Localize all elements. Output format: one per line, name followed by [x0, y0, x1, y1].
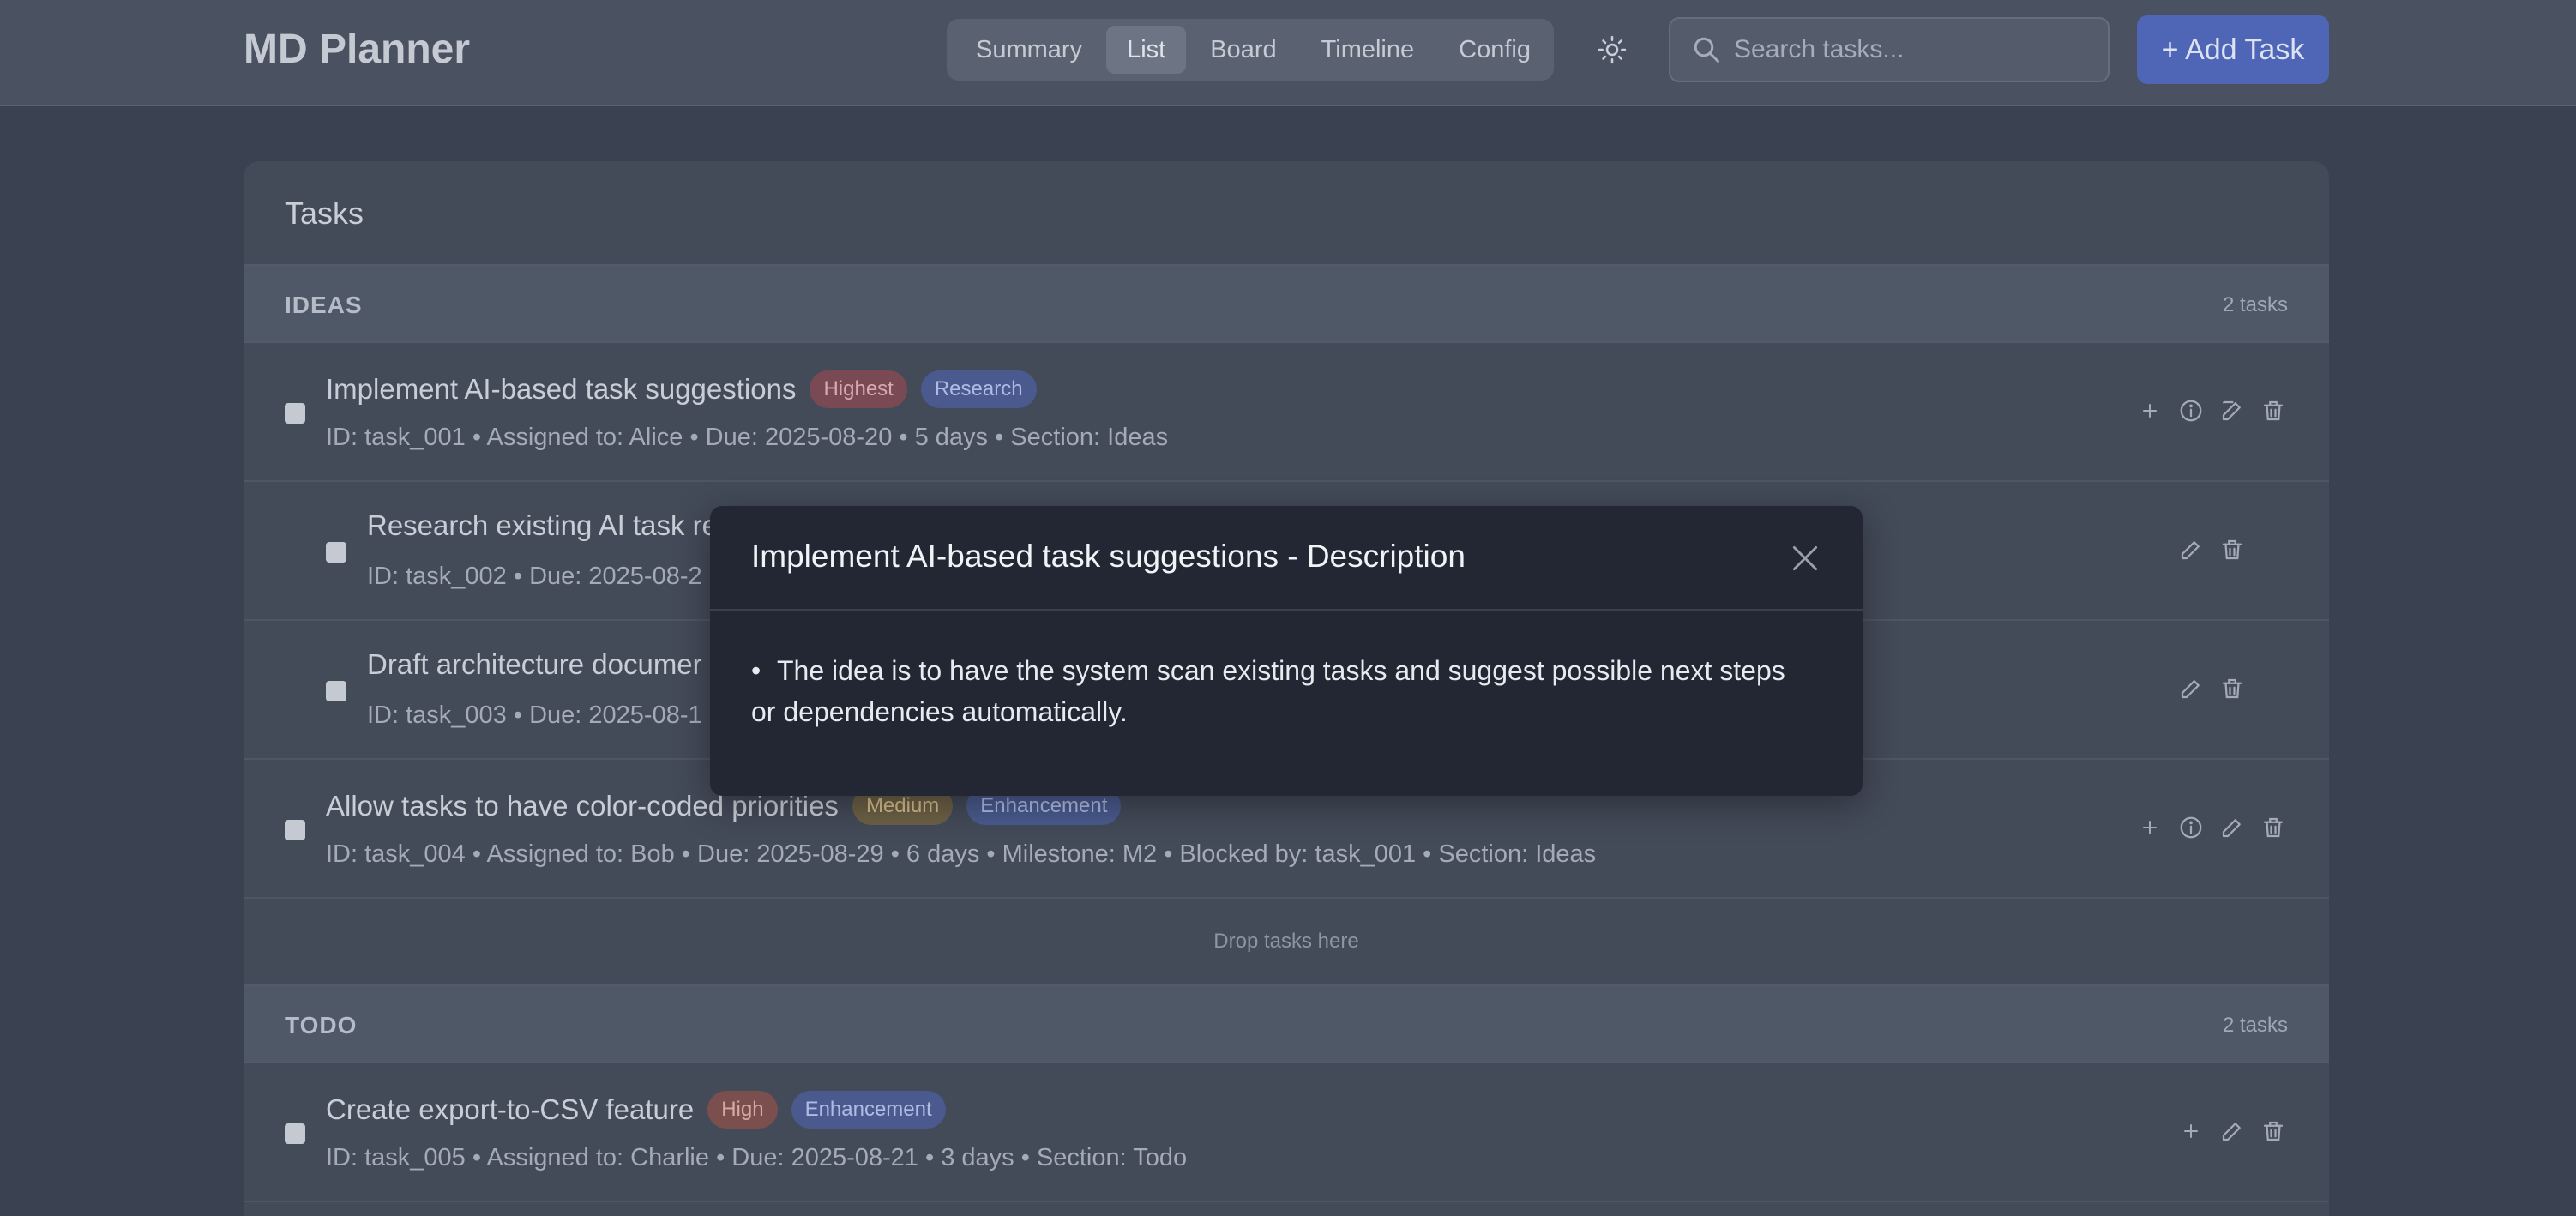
task-checkbox[interactable]: [285, 1123, 305, 1144]
task-actions: [2135, 813, 2288, 842]
theme-toggle-button[interactable]: [1593, 31, 1631, 69]
app-title: MD Planner: [244, 27, 471, 72]
tab-summary[interactable]: Summary: [955, 26, 1103, 74]
tab-config[interactable]: Config: [1438, 26, 1551, 74]
panel-title: Tasks: [285, 196, 364, 231]
section-header-ideas: IDEAS 2 tasks: [244, 264, 2329, 343]
priority-badge: High: [707, 1091, 778, 1129]
task-meta: ID: task_003 • Due: 2025-08-1: [367, 701, 702, 729]
info-icon[interactable]: [2176, 813, 2206, 842]
edit-icon[interactable]: [2218, 813, 2247, 842]
description-modal: Implement AI-based task suggestions - De…: [710, 506, 1863, 796]
task-row[interactable]: Create export-to-CSV feature High Enhanc…: [244, 1063, 2329, 1202]
task-checkbox[interactable]: [326, 542, 346, 563]
tab-board[interactable]: Board: [1189, 26, 1297, 74]
add-subtask-icon[interactable]: [2135, 396, 2164, 425]
task-title-line: Research existing AI task re: [367, 509, 718, 542]
tab-list[interactable]: List: [1106, 26, 1187, 74]
task-actions: [2176, 535, 2247, 564]
task-checkbox[interactable]: [326, 681, 346, 701]
section-count: 2 tasks: [2222, 1014, 2288, 1037]
task-title[interactable]: Draft architecture documer: [367, 648, 702, 681]
sun-icon: [1598, 35, 1627, 64]
info-icon[interactable]: [2176, 396, 2206, 425]
task-title[interactable]: Research existing AI task re: [367, 509, 718, 542]
task-checkbox[interactable]: [285, 820, 305, 840]
search-box: [1669, 17, 2110, 82]
task-actions: [2135, 396, 2288, 425]
edit-icon[interactable]: [2218, 1117, 2247, 1146]
search-input[interactable]: [1734, 19, 2094, 81]
section-name: TODO: [285, 1012, 358, 1038]
description-text: The idea is to have the system scan exis…: [777, 655, 1785, 686]
task-row[interactable]: Implement AI-based task suggestions High…: [244, 343, 2329, 482]
tab-timeline[interactable]: Timeline: [1301, 26, 1435, 74]
category-badge: Enhancement: [791, 1091, 946, 1129]
task-checkbox[interactable]: [285, 403, 305, 424]
delete-icon[interactable]: [2218, 674, 2247, 703]
search-icon: [1694, 37, 1719, 63]
description-line: • The idea is to have the system scan exi…: [751, 650, 1823, 691]
close-icon[interactable]: [1789, 542, 1821, 575]
task-title-line: Draft architecture documer: [367, 648, 702, 681]
task-actions: [2176, 1117, 2288, 1146]
task-title-line: Create export-to-CSV feature High Enhanc…: [326, 1091, 946, 1129]
add-subtask-icon[interactable]: [2176, 1117, 2206, 1146]
bullet-marker: •: [751, 655, 761, 686]
section-header-todo: TODO 2 tasks: [244, 984, 2329, 1063]
delete-icon[interactable]: [2259, 396, 2288, 425]
add-task-button[interactable]: + Add Task: [2137, 15, 2329, 84]
drop-zone[interactable]: Drop tasks here: [244, 899, 2329, 984]
task-title[interactable]: Create export-to-CSV feature: [326, 1093, 694, 1126]
section-name: IDEAS: [285, 292, 363, 318]
modal-description: • The idea is to have the system scan exi…: [751, 650, 1823, 732]
task-meta: ID: task_004 • Assigned to: Bob • Due: 2…: [326, 840, 1597, 868]
delete-icon[interactable]: [2218, 535, 2247, 564]
view-tabs: Summary List Board Timeline Config: [947, 19, 1554, 81]
edit-icon[interactable]: [2176, 674, 2206, 703]
delete-icon[interactable]: [2259, 813, 2288, 842]
section-count: 2 tasks: [2222, 293, 2288, 316]
app-header: MD Planner Summary List Board Timeline C…: [0, 0, 2576, 106]
task-title[interactable]: Implement AI-based task suggestions: [326, 373, 796, 406]
task-meta: ID: task_005 • Assigned to: Charlie • Du…: [326, 1144, 1188, 1171]
delete-icon[interactable]: [2259, 1117, 2288, 1146]
task-actions: [2176, 674, 2247, 703]
category-badge: Research: [920, 370, 1037, 408]
modal-header: Implement AI-based task suggestions - De…: [710, 506, 1863, 611]
modal-title: Implement AI-based task suggestions - De…: [751, 539, 1466, 574]
task-meta: ID: task_002 • Due: 2025-08-2: [367, 563, 702, 590]
priority-badge: Highest: [810, 370, 907, 408]
task-meta: ID: task_001 • Assigned to: Alice • Due:…: [326, 424, 1169, 451]
edit-icon[interactable]: [2176, 535, 2206, 564]
description-line: or dependencies automatically.: [751, 696, 1128, 727]
add-subtask-icon[interactable]: [2135, 813, 2164, 842]
task-title-line: Implement AI-based task suggestions High…: [326, 370, 1037, 408]
edit-icon[interactable]: [2218, 396, 2247, 425]
